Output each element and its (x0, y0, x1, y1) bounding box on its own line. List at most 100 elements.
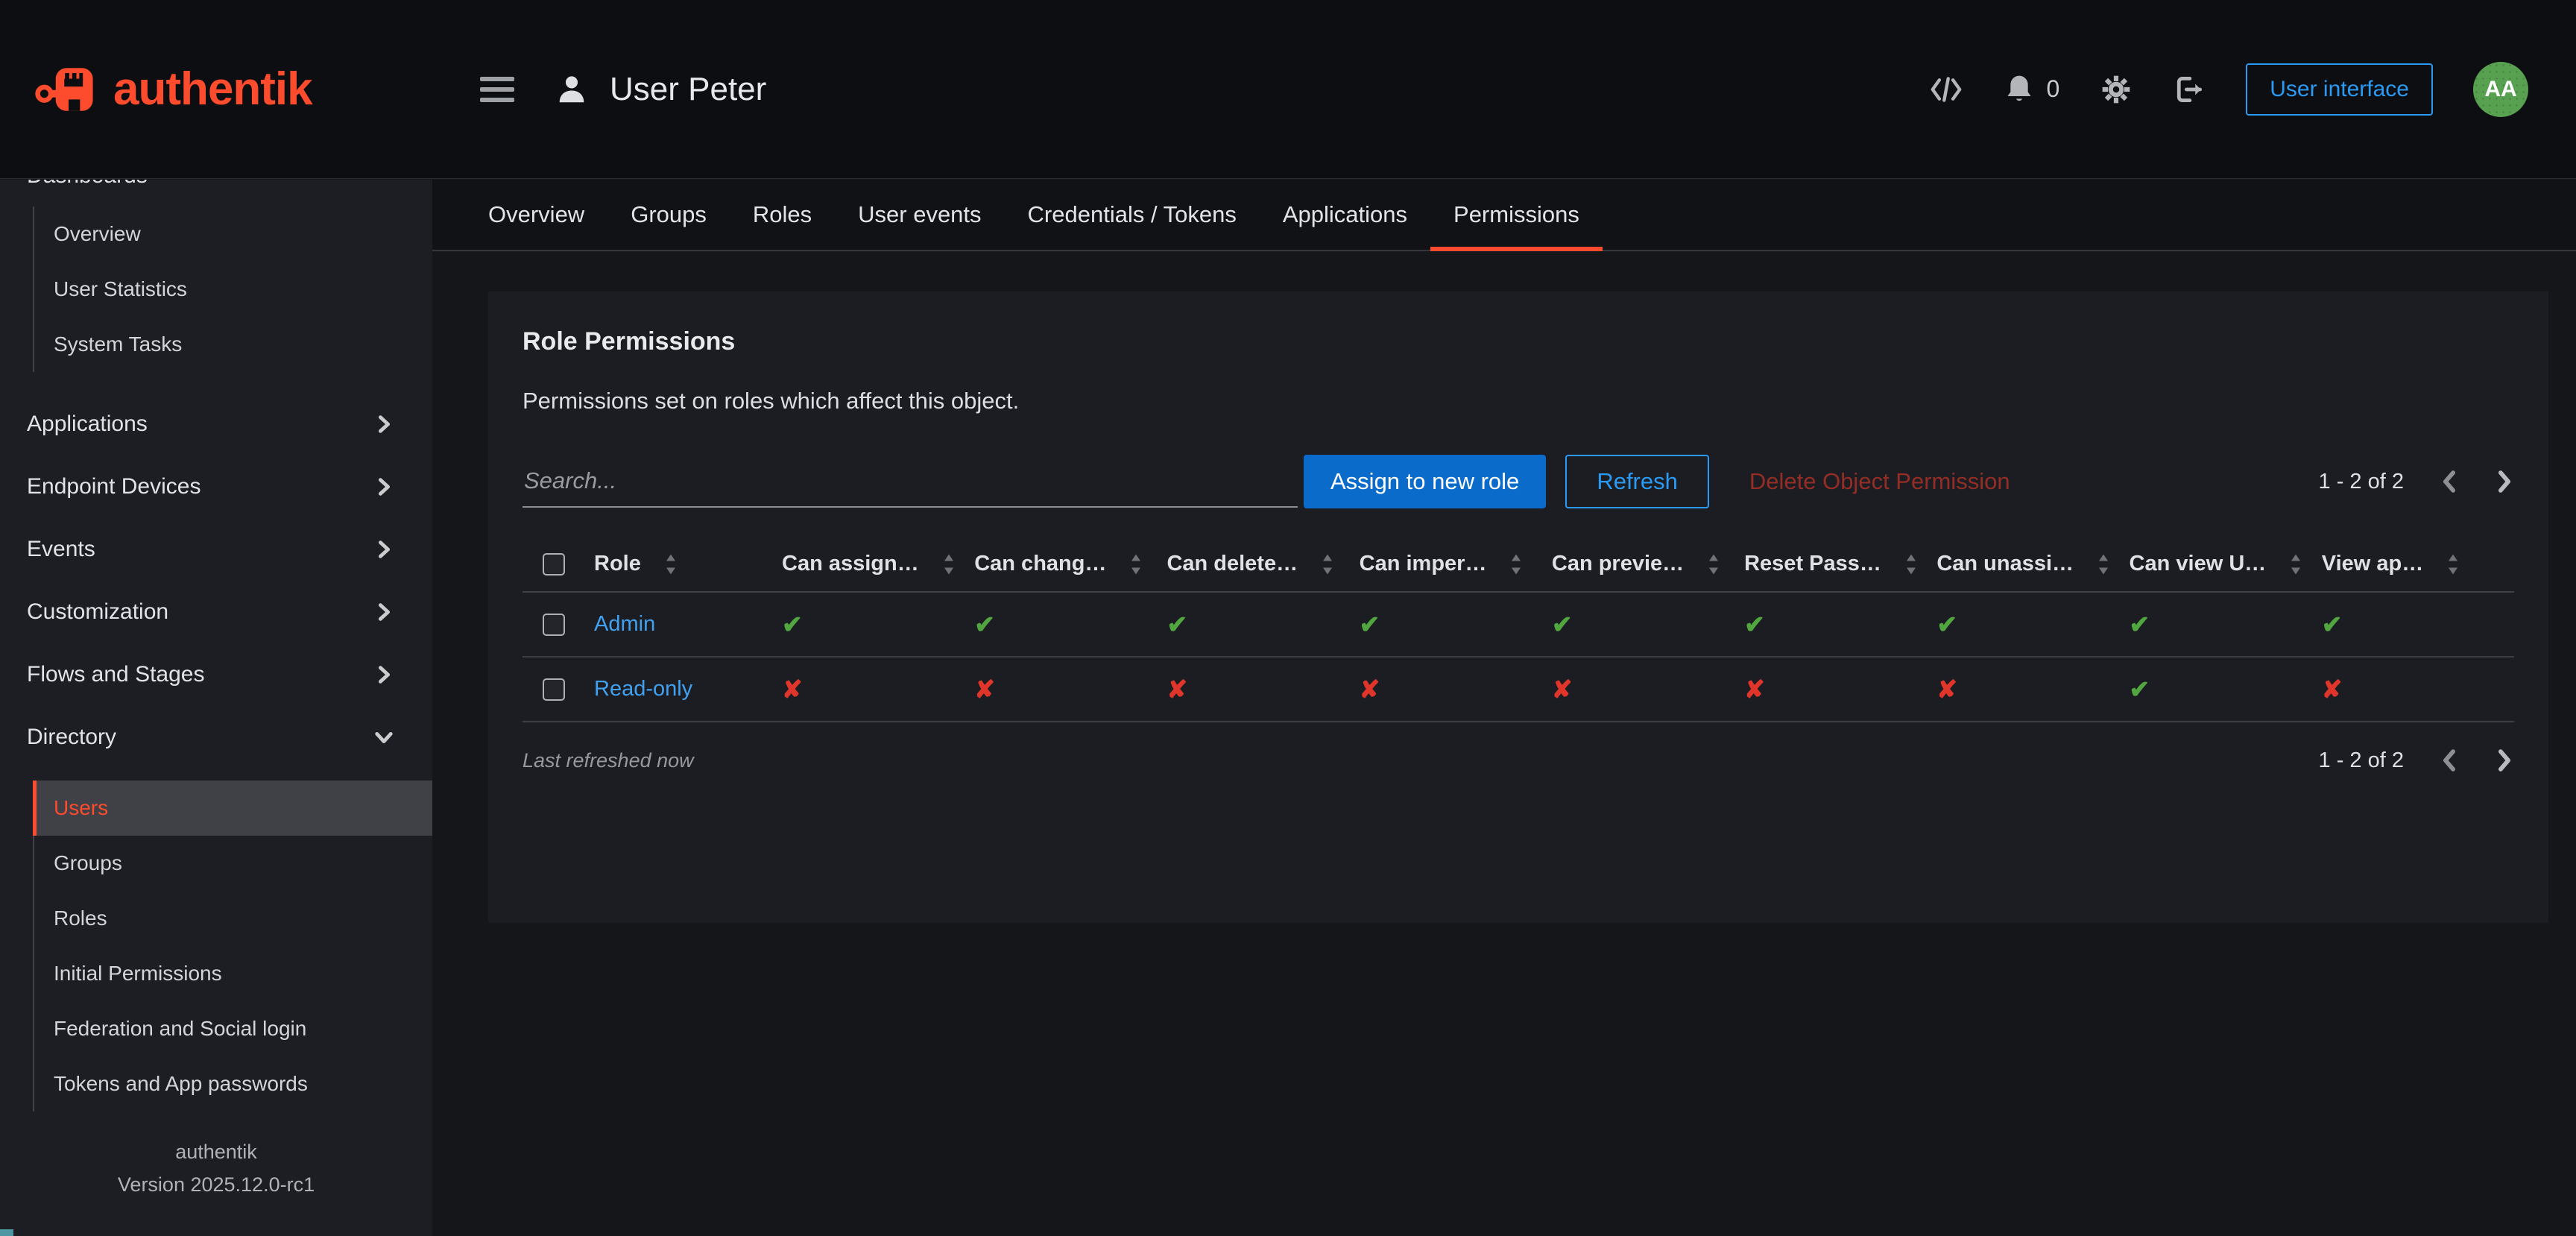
sidebar-group-applications[interactable]: Applications (0, 393, 432, 455)
table-body: Admin✔✔✔✔✔✔✔✔✔Read-only✘✘✘✘✘✘✘✔✘ (523, 593, 2514, 722)
tab-groups[interactable]: Groups (607, 180, 730, 250)
check-icon: ✔ (782, 611, 803, 638)
sidebar-item-initial-permissions[interactable]: Initial Permissions (34, 946, 432, 1001)
column-header-can-unassi[interactable]: Can unassi… (1936, 552, 2129, 576)
scrollbar-fragment (0, 1229, 13, 1236)
sidebar-group-endpoint-devices[interactable]: Endpoint Devices (0, 455, 432, 518)
tab-permissions[interactable]: Permissions (1430, 180, 1603, 250)
assign-to-new-role-button[interactable]: Assign to new role (1304, 455, 1546, 508)
sort-icon[interactable] (2096, 553, 2111, 576)
settings-gear-icon[interactable] (2100, 73, 2133, 106)
sidebar-group-events[interactable]: Events (0, 518, 432, 581)
table-toolbar: Assign to new role Refresh Delete Object… (523, 455, 2514, 508)
table-row-admin: Admin✔✔✔✔✔✔✔✔✔ (523, 593, 2514, 658)
x-icon: ✘ (1167, 675, 1187, 703)
tab-credentials-tokens[interactable]: Credentials / Tokens (1005, 180, 1260, 250)
sidebar-toggle-icon[interactable] (480, 77, 514, 102)
user-icon (555, 72, 589, 107)
sidebar-group-directory[interactable]: Directory (0, 706, 432, 769)
brand[interactable]: authentik (0, 0, 432, 178)
refresh-button[interactable]: Refresh (1565, 455, 1709, 508)
toolbar-pagination: 1 - 2 of 2 (2319, 469, 2514, 494)
sidebar: Dashboards OverviewUser StatisticsSystem … (0, 180, 432, 1236)
sidebar-item-system-tasks[interactable]: System Tasks (34, 317, 432, 372)
sort-icon[interactable] (2446, 553, 2460, 576)
chevron-right-icon (374, 477, 394, 496)
x-icon: ✘ (782, 675, 803, 703)
sidebar-item-tokens-and-app-passwords[interactable]: Tokens and App passwords (34, 1056, 432, 1112)
sort-icon[interactable] (1509, 553, 1524, 576)
x-icon: ✘ (2322, 675, 2343, 703)
tab-overview[interactable]: Overview (465, 180, 607, 250)
sidebar-group-flows-and-stages[interactable]: Flows and Stages (0, 643, 432, 706)
sign-out-icon[interactable] (2173, 73, 2206, 106)
sidebar-item-overview[interactable]: Overview (34, 206, 432, 262)
check-icon: ✔ (1744, 611, 1765, 638)
column-header-can-chang[interactable]: Can chang… (974, 552, 1167, 576)
role-link[interactable]: Admin (594, 612, 655, 636)
authentik-logo-icon (34, 55, 103, 124)
table-footer: Last refreshed now 1 - 2 of 2 (523, 748, 2514, 773)
sidebar-item-user-statistics[interactable]: User Statistics (34, 262, 432, 317)
chevron-down-icon (374, 728, 394, 747)
column-header-view-ap[interactable]: View ap… (2322, 552, 2514, 576)
previous-page-icon[interactable] (2440, 469, 2459, 494)
last-refreshed-label: Last refreshed now (523, 749, 694, 772)
avatar[interactable]: AA (2473, 62, 2528, 117)
sidebar-group-dashboards[interactable]: Dashboards (0, 180, 432, 195)
delete-object-permission-button[interactable]: Delete Object Permission (1749, 468, 2010, 495)
chevron-right-icon (374, 540, 394, 559)
sort-icon[interactable] (941, 553, 956, 576)
next-page-icon[interactable] (2495, 748, 2514, 773)
column-header-reset-pass[interactable]: Reset Pass… (1744, 552, 1936, 576)
masthead: authentik User Peter (0, 0, 2576, 179)
user-interface-button[interactable]: User interface (2246, 63, 2433, 116)
sort-icon[interactable] (2288, 553, 2303, 576)
check-icon: ✔ (1167, 611, 1187, 638)
footer-pagination: 1 - 2 of 2 (2319, 748, 2514, 773)
sidebar-item-federation-and-social-login[interactable]: Federation and Social login (34, 1001, 432, 1056)
sidebar-item-roles[interactable]: Roles (34, 891, 432, 946)
tab-applications[interactable]: Applications (1260, 180, 1430, 250)
column-header-can-previe[interactable]: Can previe… (1552, 552, 1744, 576)
page-title: User Peter (610, 71, 766, 108)
column-header-can-imper[interactable]: Can imper… (1360, 552, 1552, 576)
sort-icon[interactable] (1904, 553, 1919, 576)
sort-icon[interactable] (1706, 553, 1721, 576)
row-checkbox[interactable] (543, 678, 565, 701)
notifications-bell-icon[interactable] (2004, 73, 2034, 106)
column-header-role[interactable]: Role (594, 552, 782, 576)
sidebar-item-users[interactable]: Users (33, 781, 432, 836)
next-page-icon[interactable] (2495, 469, 2514, 494)
card-title: Role Permissions (523, 327, 2514, 356)
x-icon: ✘ (1936, 675, 1957, 703)
select-all-checkbox[interactable] (543, 553, 565, 576)
chevron-right-icon (374, 602, 394, 622)
column-header-can-assign[interactable]: Can assign… (782, 552, 974, 576)
pagination-label: 1 - 2 of 2 (2319, 470, 2404, 494)
check-icon: ✔ (2322, 611, 2343, 638)
tab-roles[interactable]: Roles (730, 180, 835, 250)
column-header-can-view-u[interactable]: Can view U… (2130, 552, 2322, 576)
chevron-right-icon (374, 414, 394, 434)
sidebar-footer: authentik Version 2025.12.0-rc1 (0, 1135, 432, 1236)
notification-count: 0 (2046, 75, 2059, 103)
sort-icon[interactable] (1128, 553, 1143, 576)
check-icon: ✔ (1360, 611, 1380, 638)
check-icon: ✔ (1552, 611, 1573, 638)
sidebar-item-groups[interactable]: Groups (34, 836, 432, 891)
role-link[interactable]: Read-only (594, 677, 692, 701)
tab-user-events[interactable]: User events (835, 180, 1004, 250)
sort-icon[interactable] (663, 553, 678, 576)
sort-icon[interactable] (1320, 553, 1335, 576)
brand-wordmark: authentik (113, 63, 312, 116)
previous-page-icon[interactable] (2440, 748, 2459, 773)
sidebar-group-customization[interactable]: Customization (0, 581, 432, 643)
column-header-can-delete[interactable]: Can delete… (1167, 552, 1359, 576)
tab-bar: OverviewGroupsRolesUser eventsCredential… (432, 180, 2576, 251)
search-input[interactable] (523, 455, 1298, 508)
sidebar-nav: Dashboards OverviewUser StatisticsSystem … (0, 180, 432, 1132)
row-checkbox[interactable] (543, 614, 565, 636)
api-code-icon[interactable] (1928, 75, 1964, 104)
check-icon: ✔ (974, 611, 995, 638)
